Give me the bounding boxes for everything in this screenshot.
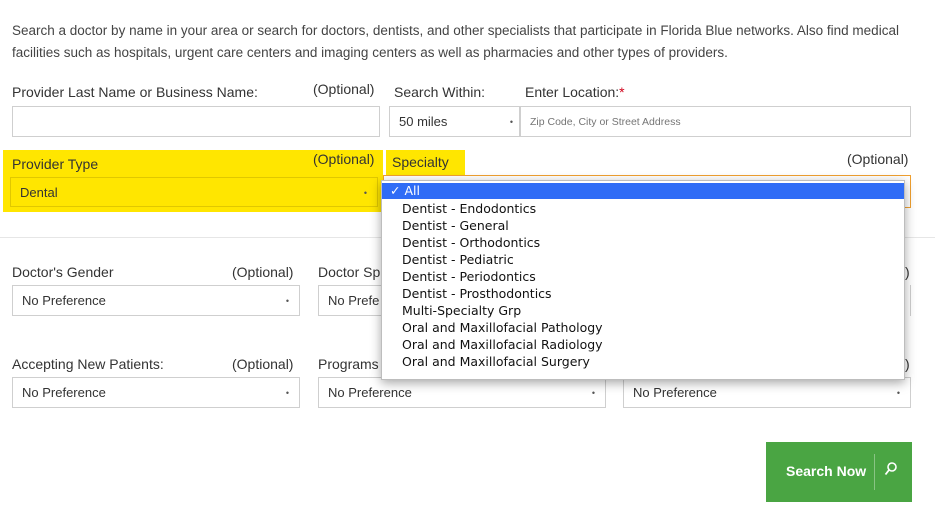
- accepting-optional: (Optional): [232, 356, 294, 372]
- accepting-value: No Preference: [22, 385, 106, 400]
- specialty-option[interactable]: Dentist - Pediatric: [382, 252, 904, 268]
- chevron-down-icon: •: [285, 388, 289, 398]
- specialty-option[interactable]: Oral and Maxillofacial Radiology: [382, 337, 904, 353]
- specialty-option[interactable]: Multi-Specialty Grp: [382, 303, 904, 319]
- programs-label: Programs: [318, 356, 379, 372]
- button-divider: [874, 454, 875, 490]
- search-within-label: Search Within:: [394, 84, 486, 100]
- programs-value: No Preference: [328, 385, 412, 400]
- search-now-label: Search Now: [786, 463, 867, 479]
- provider-type-optional: (Optional): [313, 151, 375, 167]
- gender-optional: (Optional): [232, 264, 294, 280]
- chevron-down-icon: •: [285, 296, 289, 306]
- specialty-label: Specialty: [392, 154, 449, 170]
- specialty-optional: (Optional): [847, 151, 909, 167]
- chevron-down-icon: •: [896, 388, 900, 398]
- specialty-option[interactable]: ✓ All: [382, 183, 904, 199]
- gender-value: No Preference: [22, 293, 106, 308]
- specialty-option[interactable]: Dentist - Endodontics: [382, 201, 904, 217]
- gender-select[interactable]: No Preference •: [12, 285, 300, 316]
- accepting-select[interactable]: No Preference •: [12, 377, 300, 408]
- search-now-button[interactable]: Search Now: [766, 442, 912, 502]
- chevron-down-icon: •: [363, 188, 367, 198]
- search-icon: [884, 461, 898, 480]
- location-input[interactable]: [520, 106, 911, 137]
- provider-name-input[interactable]: [12, 106, 380, 137]
- col3-row2-select-edge: [910, 285, 911, 316]
- specialty-dropdown[interactable]: ✓ All Dentist - Endodontics Dentist - Ge…: [381, 180, 905, 380]
- intro-text: Search a doctor by name in your area or …: [12, 23, 899, 60]
- location-label: Enter Location:*: [525, 84, 625, 100]
- required-mark: *: [619, 84, 625, 100]
- chevron-down-icon: •: [509, 117, 513, 127]
- specialty-option[interactable]: Dentist - Periodontics: [382, 269, 904, 285]
- provider-type-label: Provider Type: [12, 156, 99, 172]
- specialty-option[interactable]: Oral and Maxillofacial Pathology: [382, 320, 904, 336]
- search-within-select[interactable]: 50 miles •: [389, 106, 520, 137]
- search-within-value: 50 miles: [399, 114, 448, 129]
- specialty-option[interactable]: Dentist - General: [382, 218, 904, 234]
- provider-type-value: Dental: [20, 185, 58, 200]
- doctor-speaks-label: Doctor Sp: [318, 264, 381, 280]
- programs-select[interactable]: No Preference •: [318, 377, 606, 408]
- gender-label: Doctor's Gender: [12, 264, 114, 280]
- col3-row2-optional: ): [905, 264, 910, 280]
- accepting-label: Accepting New Patients:: [12, 356, 164, 372]
- doctor-speaks-value: No Prefe: [328, 293, 380, 308]
- specialty-option[interactable]: Oral and Maxillofacial Surgery: [382, 354, 904, 370]
- col3-row3-value: No Preference: [633, 385, 717, 400]
- col3-row3-select[interactable]: No Preference •: [623, 377, 911, 408]
- specialty-option[interactable]: Dentist - Orthodontics: [382, 235, 904, 251]
- location-label-text: Enter Location:: [525, 84, 620, 100]
- specialty-option[interactable]: Dentist - Prosthodontics: [382, 286, 904, 302]
- chevron-down-icon: •: [591, 388, 595, 398]
- doctor-speaks-select[interactable]: No Prefe: [318, 285, 388, 316]
- provider-type-select[interactable]: Dental •: [10, 177, 378, 207]
- col3-row3-optional: ): [905, 356, 910, 372]
- provider-name-optional: (Optional): [313, 81, 375, 97]
- provider-name-label: Provider Last Name or Business Name:: [12, 84, 258, 100]
